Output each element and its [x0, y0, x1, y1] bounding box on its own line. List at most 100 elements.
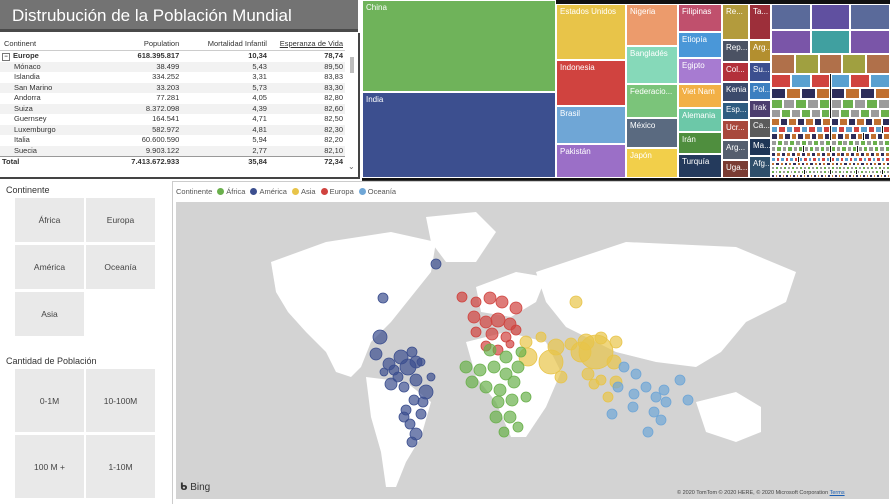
map-bubble[interactable]	[380, 368, 388, 376]
treemap-tile-uga[interactable]: Uga...	[722, 160, 749, 178]
treemap-small-tile[interactable]	[811, 30, 851, 54]
treemap-small-tile[interactable]	[887, 174, 890, 178]
treemap-small-tile[interactable]	[823, 126, 830, 133]
legend-item-europa[interactable]: Europa	[321, 187, 354, 196]
treemap-small-tile[interactable]	[771, 133, 778, 140]
treemap-small-tile[interactable]	[842, 54, 866, 74]
treemap-small-tile[interactable]	[771, 74, 791, 88]
treemap-small-tile[interactable]	[805, 118, 814, 126]
treemap-small-tile[interactable]	[838, 126, 845, 133]
treemap-small-tile[interactable]	[845, 88, 860, 99]
map-bubble[interactable]	[504, 411, 516, 423]
treemap-small-tile[interactable]	[816, 126, 823, 133]
treemap-small-tile[interactable]	[816, 88, 831, 99]
slicer-continent-africa[interactable]: África	[15, 198, 84, 242]
treemap-small-tile[interactable]	[883, 126, 890, 133]
treemap-small-tile[interactable]	[804, 133, 811, 140]
treemap-small-tile[interactable]	[870, 133, 877, 140]
treemap-small-tile[interactable]	[811, 4, 851, 30]
treemap-small-tile[interactable]	[771, 118, 780, 126]
treemap-tile-afg[interactable]: Afg...	[749, 156, 771, 178]
treemap-tile-ucr[interactable]: Ucr...	[722, 120, 749, 140]
treemap-small-tile[interactable]	[850, 109, 860, 118]
table-row[interactable]: Luxemburgo582.9724,8182,30	[0, 125, 345, 136]
treemap-tile-usa[interactable]: Estados Unidos	[556, 4, 626, 60]
treemap-small-tile[interactable]	[840, 109, 850, 118]
treemap-small-tile[interactable]	[873, 118, 882, 126]
treemap-small-tile[interactable]	[831, 74, 851, 88]
scrollbar-thumb[interactable]	[350, 57, 354, 73]
map-bubble[interactable]	[539, 350, 563, 374]
map-bubble[interactable]	[629, 389, 639, 399]
map-bubble[interactable]	[407, 347, 417, 357]
treemap-small-tile[interactable]	[866, 54, 890, 74]
treemap-small-tile[interactable]	[771, 4, 811, 30]
treemap-small-tile[interactable]	[771, 54, 795, 74]
map-bubble[interactable]	[603, 392, 613, 402]
treemap-tile-nigeria[interactable]: Nigeria	[626, 4, 678, 46]
treemap-tile-su[interactable]: Su...	[749, 62, 771, 82]
map-bubble[interactable]	[378, 293, 388, 303]
treemap-small-tile[interactable]	[795, 99, 807, 109]
map-bubble[interactable]	[409, 395, 419, 405]
treemap-small-tile[interactable]	[839, 118, 848, 126]
treemap-tile-esp[interactable]: Esp...	[722, 102, 749, 120]
legend-item-asia[interactable]: Asia	[292, 187, 316, 196]
treemap-small-tile[interactable]	[875, 88, 890, 99]
treemap-small-tile[interactable]	[771, 109, 781, 118]
treemap-small-tile[interactable]	[831, 88, 846, 99]
treemap-small-tile[interactable]	[844, 133, 851, 140]
table-row[interactable]: Suiza8.372.0984,3982,60	[0, 104, 345, 115]
treemap-small-tile[interactable]	[870, 109, 880, 118]
treemap-small-tile[interactable]	[850, 4, 890, 30]
treemap-small-tile[interactable]	[831, 99, 843, 109]
treemap-small-tile[interactable]	[831, 133, 838, 140]
treemap-small-tile[interactable]	[842, 99, 854, 109]
map-bubble[interactable]	[499, 427, 509, 437]
map-bubble[interactable]	[511, 325, 521, 335]
map-bubble[interactable]	[582, 368, 594, 380]
map-bubble[interactable]	[675, 375, 685, 385]
map-bubble[interactable]	[418, 397, 428, 407]
table-row[interactable]: Mónaco38.4995,4389,50	[0, 62, 345, 73]
treemap-tile-rep[interactable]: Rep...	[722, 40, 749, 62]
treemap-small-tile[interactable]	[880, 109, 890, 118]
map-bubble[interactable]	[506, 394, 518, 406]
table-scrollbar[interactable]: ⌄	[348, 53, 356, 165]
map-bubble[interactable]	[373, 330, 387, 344]
map-bubble[interactable]	[656, 415, 666, 425]
collapse-icon[interactable]: −	[2, 53, 10, 61]
map-bubble[interactable]	[486, 328, 498, 340]
treemap-small-tile[interactable]	[831, 126, 838, 133]
treemap-small-tile[interactable]	[866, 99, 878, 109]
treemap-small-tile[interactable]	[882, 118, 890, 126]
map-bubble[interactable]	[631, 369, 641, 379]
treemap-small-tile[interactable]	[845, 126, 852, 133]
treemap-small-tile[interactable]	[795, 54, 819, 74]
treemap-tile-bangladesh[interactable]: Bangladés	[626, 46, 678, 84]
map-bubble[interactable]	[484, 292, 496, 304]
map-bubble[interactable]	[491, 313, 505, 327]
map-bubble[interactable]	[516, 347, 526, 357]
treemap-tile-indonesia[interactable]: Indonesia	[556, 60, 626, 106]
treemap-small-tile[interactable]	[797, 118, 806, 126]
treemap-small-tile[interactable]	[778, 126, 785, 133]
treemap-small-tile[interactable]	[781, 109, 791, 118]
treemap-tile-alemania[interactable]: Alemania	[678, 108, 722, 132]
map-bubble[interactable]	[399, 382, 409, 392]
map-bubble[interactable]	[427, 373, 435, 381]
treemap-tile-etiopia[interactable]: Etiopía	[678, 32, 722, 58]
treemap-small-tile[interactable]	[808, 126, 815, 133]
treemap-small-tile[interactable]	[854, 99, 866, 109]
map-bubble[interactable]	[407, 437, 417, 447]
treemap-tile-filipinas[interactable]: Filipinas	[678, 4, 722, 32]
treemap-tile-irak[interactable]: Irak	[749, 100, 771, 118]
map-bubble[interactable]	[508, 376, 520, 388]
treemap-small-tile[interactable]	[788, 118, 797, 126]
treemap-small-tile[interactable]	[853, 126, 860, 133]
treemap-small-tile[interactable]	[831, 109, 841, 118]
map-bubble[interactable]	[510, 302, 522, 314]
map-bubble[interactable]	[399, 412, 409, 422]
legend-item-africa[interactable]: África	[217, 187, 245, 196]
map-bubble[interactable]	[613, 382, 623, 392]
